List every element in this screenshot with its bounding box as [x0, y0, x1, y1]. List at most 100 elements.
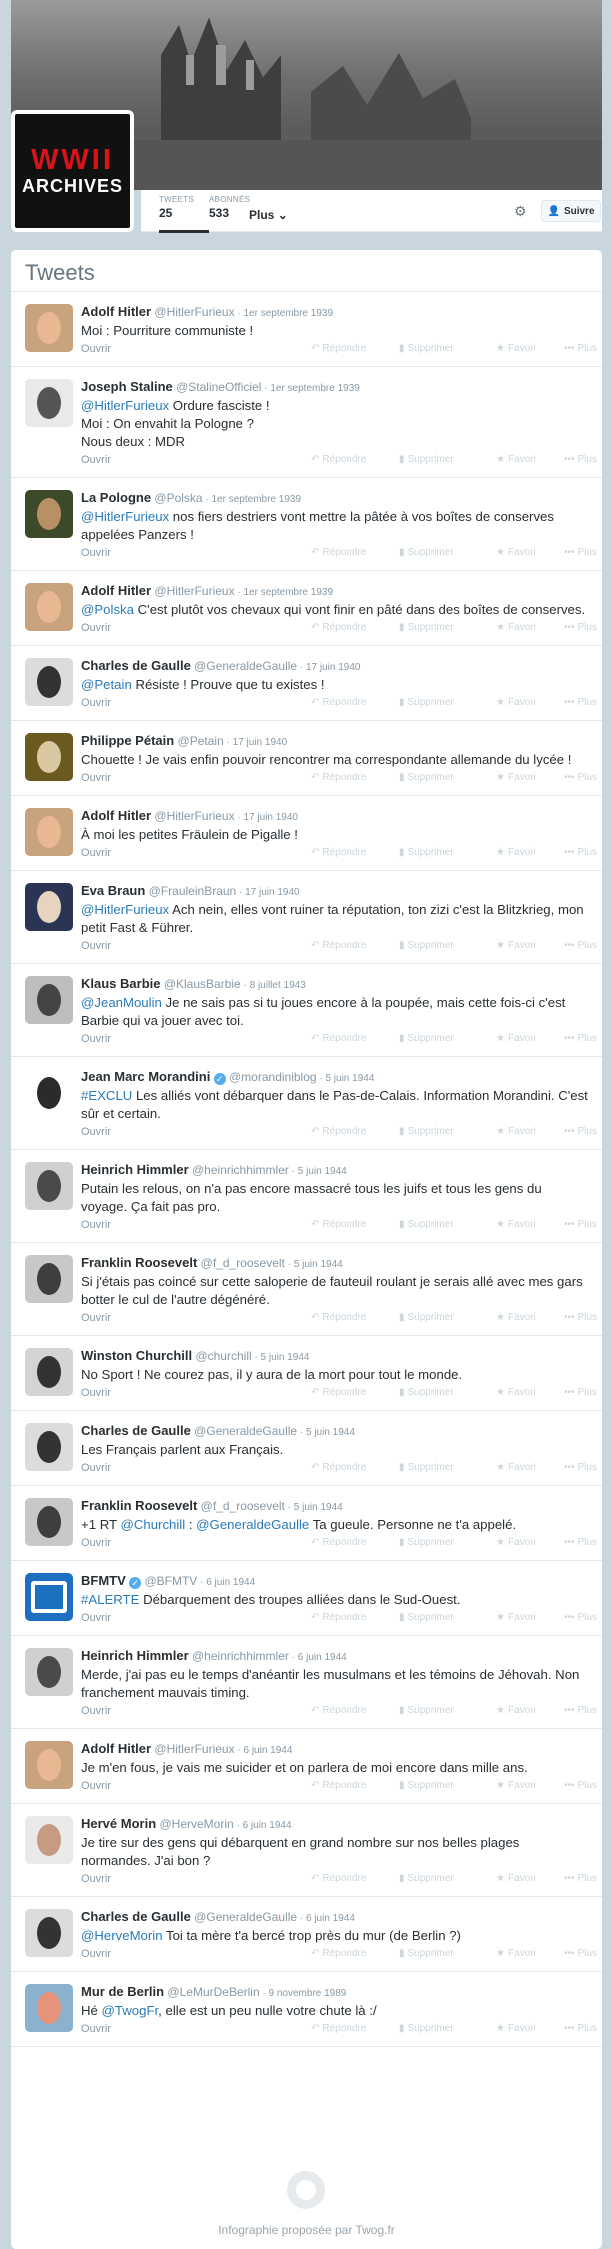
tweet-author-name[interactable]: Heinrich Himmler [81, 1162, 189, 1177]
delete-button[interactable]: ▮ Supprimer [399, 622, 496, 633]
more-actions-button[interactable]: ••• Plus [564, 1126, 604, 1137]
reply-button[interactable]: ↶ Répondre [311, 847, 399, 858]
tweet-author-handle[interactable]: @StalineOfficiel [176, 380, 261, 394]
mention-link[interactable]: @HitlerFurieux [81, 398, 169, 413]
favorite-button[interactable]: ★ Favori [496, 772, 564, 783]
tweet-date[interactable]: 5 juin 1944 [261, 1352, 310, 1363]
tweet-date[interactable]: 5 juin 1944 [294, 1259, 343, 1270]
tweet-date[interactable]: 8 juillet 1943 [250, 980, 306, 991]
avatar[interactable] [25, 379, 73, 427]
reply-button[interactable]: ↶ Répondre [311, 343, 399, 354]
delete-button[interactable]: ▮ Supprimer [399, 1948, 496, 1959]
avatar[interactable] [25, 976, 73, 1024]
open-link[interactable]: Ouvrir [81, 2023, 111, 2035]
tweet-author-handle[interactable]: @HitlerFurieux [154, 305, 234, 319]
more-actions-button[interactable]: ••• Plus [564, 1873, 604, 1884]
tweet-date[interactable]: 17 juin 1940 [244, 812, 299, 823]
favorite-button[interactable]: ★ Favori [496, 1612, 564, 1623]
reply-button[interactable]: ↶ Répondre [311, 1948, 399, 1959]
more-actions-button[interactable]: ••• Plus [564, 1219, 604, 1230]
delete-button[interactable]: ▮ Supprimer [399, 1462, 496, 1473]
favorite-button[interactable]: ★ Favori [496, 547, 564, 558]
tweet[interactable]: Winston Churchill @churchill · 5 juin 19… [11, 1336, 602, 1411]
open-link[interactable]: Ouvrir [81, 940, 111, 952]
favorite-button[interactable]: ★ Favori [496, 697, 564, 708]
open-link[interactable]: Ouvrir [81, 1705, 111, 1717]
reply-button[interactable]: ↶ Répondre [311, 1126, 399, 1137]
tweet-date[interactable]: 6 juin 1944 [298, 1652, 347, 1663]
favorite-button[interactable]: ★ Favori [496, 1705, 564, 1716]
tweet-author-name[interactable]: Charles de Gaulle [81, 658, 191, 673]
favorite-button[interactable]: ★ Favori [496, 847, 564, 858]
open-link[interactable]: Ouvrir [81, 697, 111, 709]
tweet-date[interactable]: 5 juin 1944 [325, 1073, 374, 1084]
tweet[interactable]: Joseph Staline @StalineOfficiel · 1er se… [11, 367, 602, 478]
stat-followers[interactable]: ABONNÉS 533 [209, 195, 250, 220]
open-link[interactable]: Ouvrir [81, 1033, 111, 1045]
more-actions-button[interactable]: ••• Plus [564, 1612, 604, 1623]
tweet-date[interactable]: 17 juin 1940 [245, 887, 300, 898]
avatar[interactable] [25, 304, 73, 352]
reply-button[interactable]: ↶ Répondre [311, 772, 399, 783]
delete-button[interactable]: ▮ Supprimer [399, 697, 496, 708]
tweet[interactable]: Mur de Berlin @LeMurDeBerlin · 9 novembr… [11, 1972, 602, 2047]
tweet[interactable]: Adolf Hitler @HitlerFurieux · 1er septem… [11, 292, 602, 367]
tweet[interactable]: Franklin Roosevelt @f_d_roosevelt · 5 ju… [11, 1243, 602, 1336]
tweet[interactable]: Franklin Roosevelt @f_d_roosevelt · 5 ju… [11, 1486, 602, 1561]
open-link[interactable]: Ouvrir [81, 454, 111, 466]
more-actions-button[interactable]: ••• Plus [564, 1948, 604, 1959]
tweet-author-name[interactable]: Adolf Hitler [81, 1741, 151, 1756]
tweet[interactable]: Heinrich Himmler @heinrichhimmler · 5 ju… [11, 1150, 602, 1243]
tweet-author-handle[interactable]: @GeneraldeGaulle [194, 1424, 297, 1438]
tweet[interactable]: Eva Braun @FrauleinBraun · 17 juin 1940 @… [11, 871, 602, 964]
tweet-date[interactable]: 1er septembre 1939 [244, 587, 334, 598]
open-link[interactable]: Ouvrir [81, 1873, 111, 1885]
tweet-author-handle[interactable]: @HitlerFurieux [154, 809, 234, 823]
tweet-author-name[interactable]: BFMTV [81, 1573, 126, 1588]
mention-link[interactable]: @GeneraldeGaulle [196, 1517, 309, 1532]
tweet-author-handle[interactable]: @LeMurDeBerlin [167, 1985, 259, 1999]
more-actions-button[interactable]: ••• Plus [564, 1312, 604, 1323]
open-link[interactable]: Ouvrir [81, 1312, 111, 1324]
delete-button[interactable]: ▮ Supprimer [399, 1780, 496, 1791]
avatar[interactable] [25, 1498, 73, 1546]
mention-link[interactable]: @JeanMoulin [81, 995, 162, 1010]
delete-button[interactable]: ▮ Supprimer [399, 454, 496, 465]
favorite-button[interactable]: ★ Favori [496, 343, 564, 354]
delete-button[interactable]: ▮ Supprimer [399, 1537, 496, 1548]
tweet[interactable]: Philippe Pétain @Petain · 17 juin 1940 Ch… [11, 721, 602, 796]
tweet-author-name[interactable]: Winston Churchill [81, 1348, 192, 1363]
more-actions-button[interactable]: ••• Plus [564, 772, 604, 783]
tweet-author-name[interactable]: Klaus Barbie [81, 976, 160, 991]
tweet-author-name[interactable]: Joseph Staline [81, 379, 173, 394]
reply-button[interactable]: ↶ Répondre [311, 940, 399, 951]
avatar[interactable] [25, 733, 73, 781]
tweet[interactable]: Charles de Gaulle @GeneraldeGaulle · 17 … [11, 646, 602, 721]
open-link[interactable]: Ouvrir [81, 1219, 111, 1231]
reply-button[interactable]: ↶ Répondre [311, 1033, 399, 1044]
tweet-author-handle[interactable]: @Polska [154, 491, 202, 505]
delete-button[interactable]: ▮ Supprimer [399, 1312, 496, 1323]
reply-button[interactable]: ↶ Répondre [311, 697, 399, 708]
delete-button[interactable]: ▮ Supprimer [399, 1387, 496, 1398]
open-link[interactable]: Ouvrir [81, 1780, 111, 1792]
tweet-author-name[interactable]: Franklin Roosevelt [81, 1498, 197, 1513]
favorite-button[interactable]: ★ Favori [496, 1462, 564, 1473]
tweet[interactable]: Adolf Hitler @HitlerFurieux · 6 juin 194… [11, 1729, 602, 1804]
favorite-button[interactable]: ★ Favori [496, 1033, 564, 1044]
more-actions-button[interactable]: ••• Plus [564, 2023, 604, 2034]
tweet-date[interactable]: 5 juin 1944 [294, 1502, 343, 1513]
avatar[interactable] [25, 1573, 73, 1621]
favorite-button[interactable]: ★ Favori [496, 454, 564, 465]
delete-button[interactable]: ▮ Supprimer [399, 547, 496, 558]
more-actions-button[interactable]: ••• Plus [564, 940, 604, 951]
delete-button[interactable]: ▮ Supprimer [399, 2023, 496, 2034]
avatar[interactable] [25, 490, 73, 538]
tweet-author-handle[interactable]: @f_d_roosevelt [201, 1256, 285, 1270]
avatar[interactable] [25, 1909, 73, 1957]
tweet-date[interactable]: 5 juin 1944 [298, 1166, 347, 1177]
open-link[interactable]: Ouvrir [81, 772, 111, 784]
tweet-author-handle[interactable]: @churchill [195, 1349, 251, 1363]
favorite-button[interactable]: ★ Favori [496, 1312, 564, 1323]
tweet-date[interactable]: 6 juin 1944 [306, 1913, 355, 1924]
